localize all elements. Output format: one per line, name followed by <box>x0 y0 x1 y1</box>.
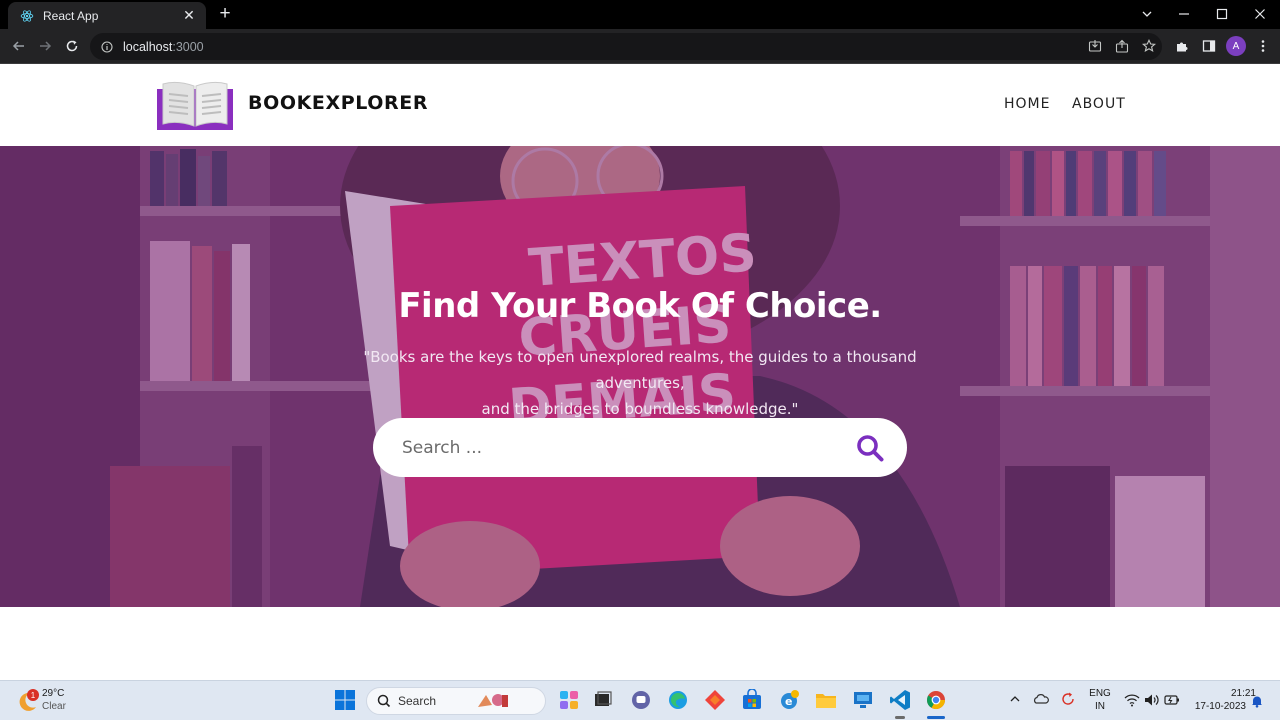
url-port: :3000 <box>172 39 204 54</box>
chevron-up-icon[interactable] <box>1008 691 1024 707</box>
close-window-icon[interactable] <box>1248 3 1272 25</box>
hero-section: TEXTOS CRUEIS DEMAIS Find Your Book Of C… <box>0 146 1280 607</box>
weather-condition: Clear <box>42 701 66 712</box>
extensions-puzzle-icon[interactable] <box>1171 35 1193 57</box>
tab-title: React App <box>43 8 99 23</box>
site-header: BOOKEXPLORER HOME ABOUT <box>0 64 1280 146</box>
browser-toolbar: localhost:3000 A <box>0 29 1280 64</box>
windows-taskbar: 1 29°C Clear Search e ENG IN 21:21 17-10… <box>0 680 1280 720</box>
weather-badge: 1 <box>27 689 39 701</box>
language-eng[interactable]: ENG <box>1089 688 1111 699</box>
clock-date[interactable]: 17-10-2023 <box>1186 701 1246 712</box>
onedrive-icon[interactable] <box>1033 691 1049 707</box>
windows-start-icon[interactable] <box>334 689 356 711</box>
language-in[interactable]: IN <box>1089 701 1111 712</box>
tab-close-icon[interactable]: ✕ <box>180 7 198 25</box>
url-host: localhost <box>123 39 173 54</box>
maximize-icon[interactable] <box>1210 3 1234 25</box>
internet-explorer-icon[interactable]: e <box>778 689 800 711</box>
file-explorer-icon[interactable] <box>815 689 837 711</box>
bookmark-star-icon[interactable] <box>1138 35 1160 57</box>
react-icon <box>19 8 35 24</box>
browser-tab-strip: React App ✕ + <box>0 0 1280 29</box>
install-app-icon[interactable] <box>1084 35 1106 57</box>
site-info-icon[interactable] <box>100 40 114 54</box>
vscode-icon[interactable] <box>889 689 911 711</box>
task-view-icon[interactable] <box>592 689 614 711</box>
new-tab-button[interactable]: + <box>215 4 235 24</box>
anydesk-icon[interactable] <box>704 689 726 711</box>
weather-widget[interactable]: 1 29°C Clear <box>16 686 76 716</box>
microsoft-store-icon[interactable] <box>741 688 763 711</box>
weather-temp: 29°C <box>42 688 65 699</box>
notification-bell-icon[interactable] <box>1250 693 1264 708</box>
taskbar-search-icon <box>377 694 391 708</box>
chrome-active-indicator <box>927 716 945 719</box>
address-bar[interactable]: localhost:3000 <box>90 33 1162 60</box>
volume-icon[interactable] <box>1144 692 1160 708</box>
hero-quote-line-1: "Books are the keys to open unexplored r… <box>363 348 917 392</box>
forward-arrow-icon[interactable] <box>34 35 56 57</box>
side-panel-icon[interactable] <box>1198 35 1220 57</box>
nav-home-link[interactable]: HOME <box>1004 96 1050 112</box>
remote-desktop-icon[interactable] <box>852 689 874 711</box>
chrome-icon[interactable] <box>925 689 947 711</box>
copilot-icon[interactable] <box>558 689 580 711</box>
search-highlight-icon <box>478 694 509 707</box>
search-icon[interactable] <box>855 433 885 463</box>
vscode-active-indicator <box>895 716 905 719</box>
browser-tab[interactable]: React App ✕ <box>8 2 206 29</box>
browser-menu-icon[interactable] <box>1252 35 1274 57</box>
back-arrow-icon[interactable] <box>8 35 30 57</box>
search-input[interactable] <box>402 437 842 458</box>
edge-browser-icon[interactable] <box>667 689 689 711</box>
search-bar <box>373 418 907 477</box>
hero-title: Find Your Book Of Choice. <box>398 286 882 326</box>
wifi-icon[interactable] <box>1124 692 1140 708</box>
svg-text:e: e <box>785 695 792 708</box>
reload-icon[interactable] <box>61 35 83 57</box>
tab-search-chevron-icon[interactable] <box>1135 3 1159 25</box>
taskbar-search-label: Search <box>398 694 437 708</box>
battery-icon[interactable] <box>1164 692 1180 708</box>
hero-quote-line-2: and the bridges to boundless knowledge." <box>481 400 799 418</box>
profile-avatar[interactable]: A <box>1226 36 1246 56</box>
share-icon[interactable] <box>1111 35 1133 57</box>
minimize-icon[interactable] <box>1172 3 1196 25</box>
nav-about-link[interactable]: ABOUT <box>1072 96 1126 112</box>
clock-time[interactable]: 21:21 <box>1206 688 1256 699</box>
book-logo-icon[interactable] <box>157 80 233 130</box>
hero-quote: "Books are the keys to open unexplored r… <box>320 344 960 422</box>
taskbar-search[interactable]: Search <box>366 687 546 715</box>
url-text: localhost:3000 <box>123 40 204 54</box>
teams-chat-icon[interactable] <box>630 689 652 711</box>
brand-name[interactable]: BOOKEXPLORER <box>248 92 428 114</box>
sync-icon[interactable] <box>1060 691 1076 707</box>
